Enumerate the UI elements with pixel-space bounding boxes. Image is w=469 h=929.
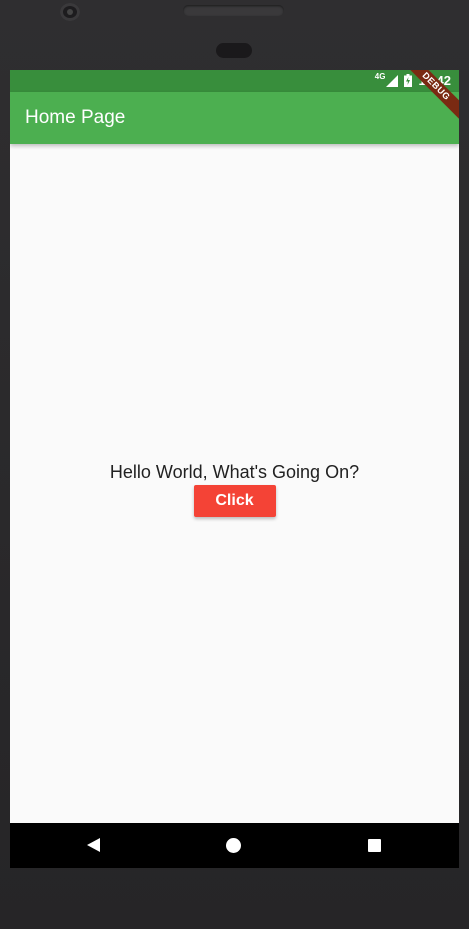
navigation-bar: [10, 823, 459, 868]
home-icon[interactable]: [226, 838, 241, 853]
device-frame: 4G 11:42 DEBUG Home Page Hello World, Wh…: [0, 0, 469, 929]
page-title: Home Page: [25, 107, 126, 128]
click-button[interactable]: Click: [193, 485, 276, 517]
status-bar: 4G 11:42: [10, 70, 459, 92]
earpiece-speaker: [183, 5, 284, 16]
front-camera: [60, 3, 80, 21]
signal-icon: [386, 74, 399, 87]
main-content: Hello World, What's Going On? Click: [10, 144, 459, 823]
recents-icon[interactable]: [368, 839, 381, 852]
battery-icon: [404, 74, 413, 87]
proximity-sensor: [216, 43, 252, 58]
network-type: 4G: [374, 72, 386, 81]
greeting-text: Hello World, What's Going On?: [109, 462, 360, 482]
screen: 4G 11:42 DEBUG Home Page Hello World, Wh…: [10, 70, 459, 868]
app-bar: Home Page: [10, 92, 459, 144]
back-icon[interactable]: [87, 838, 100, 852]
